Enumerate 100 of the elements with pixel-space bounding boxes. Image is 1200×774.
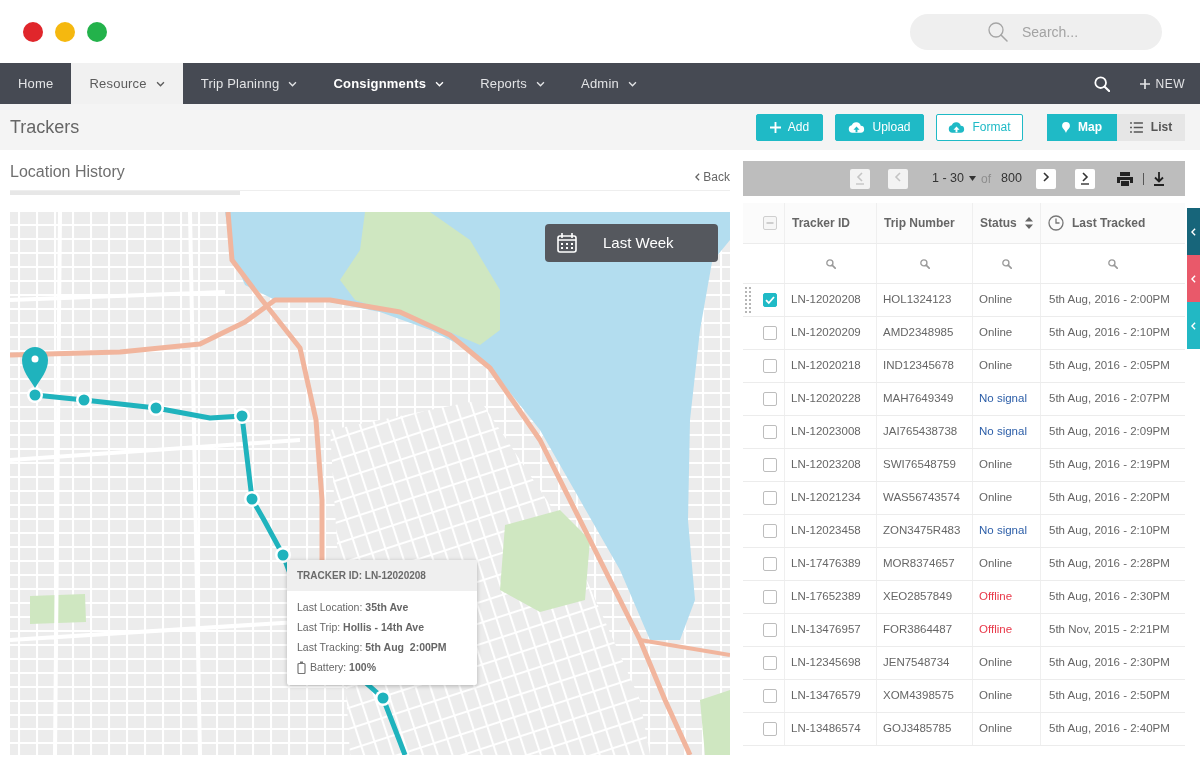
nav-menu-item[interactable]: Consignments [315, 63, 463, 104]
table-cell: JEN7548734 [877, 647, 973, 679]
table-cell: LN-12345698 [785, 647, 877, 679]
table-cell: HOL1324123 [877, 284, 973, 316]
row-checkbox[interactable] [763, 425, 777, 439]
cloud-upload-icon [848, 121, 866, 133]
popup-text-line: Battery: 100% [310, 660, 376, 675]
filter-search-icon[interactable] [919, 258, 930, 269]
route-stop-icon[interactable] [148, 400, 164, 416]
date-range-button[interactable]: Last Week [545, 224, 718, 262]
plus-icon [769, 121, 781, 133]
side-panel-tab[interactable] [1187, 208, 1200, 255]
status-cell: Online [973, 548, 1041, 580]
table-cell-text: 5th Aug, 2016 - 2:28PM [1048, 556, 1171, 572]
search-field[interactable]: Search... [910, 13, 1162, 50]
side-panel-tab[interactable] [1187, 255, 1200, 302]
table-cell-text: 5th Aug, 2016 - 2:00PM [1048, 292, 1171, 308]
route-stop-icon[interactable] [275, 547, 291, 563]
row-checkbox[interactable] [763, 689, 777, 703]
table-cell-text: 5th Aug, 2016 - 2:40PM [1048, 721, 1171, 737]
table-cell: MOR8374657 [877, 548, 973, 580]
row-checkbox[interactable] [763, 458, 777, 472]
status-cell: Online [973, 647, 1041, 679]
download-icon[interactable] [1152, 171, 1165, 186]
location-pin-icon[interactable] [22, 347, 48, 388]
table-cell: LN-17652389 [785, 581, 877, 613]
pin-icon [1062, 121, 1070, 133]
row-checkbox[interactable] [763, 326, 777, 340]
select-all-checkbox[interactable] [763, 216, 777, 230]
status-cell: Online [973, 713, 1041, 745]
column-header: Trip Number [884, 215, 955, 232]
back-link[interactable]: Back [695, 168, 730, 186]
route-stop-icon[interactable] [375, 690, 391, 706]
row-checkbox[interactable] [763, 524, 777, 538]
status-cell: Online [973, 284, 1041, 316]
table-cell-text: 5th Aug, 2016 - 2:20PM [1048, 490, 1171, 506]
table-cell: GOJ3485785 [877, 713, 973, 745]
row-checkbox[interactable] [763, 722, 777, 736]
next-page-button[interactable] [1035, 168, 1056, 189]
status-cell: Online [973, 350, 1041, 382]
popup-text-line: Last Tracking: 5th Aug 2:00PM [297, 640, 447, 655]
table-cell-text: 5th Aug, 2016 - 2:50PM [1048, 688, 1171, 704]
row-checkbox[interactable] [763, 590, 777, 604]
table-cell: LN-12023208 [785, 449, 877, 481]
table-cell: FOR3864487 [877, 614, 973, 646]
table-cell: LN-13486574 [785, 713, 877, 745]
chevron-left-icon [1191, 321, 1196, 330]
table-cell-text: 5th Aug, 2016 - 2:10PM [1048, 325, 1171, 341]
table-cell: AMD2348985 [877, 317, 973, 349]
drag-handle-icon[interactable] [745, 287, 751, 313]
page-title: Trackers [10, 115, 80, 139]
row-checkbox[interactable] [763, 656, 777, 670]
print-icon[interactable] [1116, 171, 1133, 186]
table-cell: LN-12020208 [785, 284, 877, 316]
table-cell-text: 5th Aug, 2016 - 2:10PM [1048, 523, 1171, 539]
sort-icon[interactable] [1024, 217, 1033, 229]
plus-icon [1139, 78, 1150, 89]
table-cell: SWI76548759 [877, 449, 973, 481]
last-page-button[interactable] [1074, 168, 1095, 189]
row-checkbox[interactable] [763, 293, 777, 307]
table-cell: LN-13476957 [785, 614, 877, 646]
table-cell-text: 5th Aug, 2016 - 2:30PM [1048, 589, 1171, 605]
total-count: 800 [1001, 170, 1022, 188]
new-button[interactable]: NEW [1139, 74, 1185, 93]
table-cell: LN-13476579 [785, 680, 877, 712]
table-cell: IND12345678 [877, 350, 973, 382]
table-cell-text: 5th Aug, 2016 - 2:05PM [1048, 358, 1171, 374]
status-cell: Offline [973, 581, 1041, 613]
list-view-tab[interactable]: List [1117, 113, 1185, 141]
route-stop-icon[interactable] [27, 387, 43, 403]
row-checkbox[interactable] [763, 359, 777, 373]
nav-menu-item[interactable]: Reports [462, 63, 564, 104]
table-cell: LN-12023458 [785, 515, 877, 547]
popup-text-line: Last Trip: Hollis - 14th Ave [297, 620, 425, 635]
row-checkbox[interactable] [763, 491, 777, 505]
filter-search-icon[interactable] [825, 258, 836, 269]
table-cell: JAI765438738 [877, 416, 973, 448]
route-stop-icon[interactable] [76, 392, 92, 408]
search-icon[interactable] [1093, 75, 1110, 92]
nav-menu-item[interactable]: Trip Planinng [182, 63, 316, 104]
route-stop-icon[interactable] [234, 408, 250, 424]
row-checkbox[interactable] [763, 392, 777, 406]
window-control-icon[interactable] [23, 21, 43, 42]
filter-search-icon[interactable] [1001, 258, 1012, 269]
side-panel-tab[interactable] [1187, 302, 1200, 349]
status-cell: No signal [973, 383, 1041, 415]
filter-search-icon[interactable] [1108, 258, 1118, 269]
caret-down-icon [968, 176, 976, 181]
nav-menu-item[interactable]: Home [0, 63, 72, 104]
table-cell-text: 5th Aug, 2016 - 2:09PM [1048, 424, 1171, 440]
nav-menu-item[interactable]: Resource [71, 63, 183, 104]
route-stop-icon[interactable] [244, 491, 260, 507]
table-cell-text: 5th Nov, 2015 - 2:21PM [1048, 622, 1171, 638]
row-checkbox[interactable] [763, 557, 777, 571]
window-control-icon[interactable] [87, 21, 107, 42]
table-cell: LN-17476389 [785, 548, 877, 580]
row-checkbox[interactable] [763, 623, 777, 637]
nav-menu-item[interactable]: Admin [563, 63, 655, 104]
page-size-dropdown[interactable]: 1 - 30 [932, 169, 976, 188]
chevron-left-icon [1191, 227, 1196, 236]
